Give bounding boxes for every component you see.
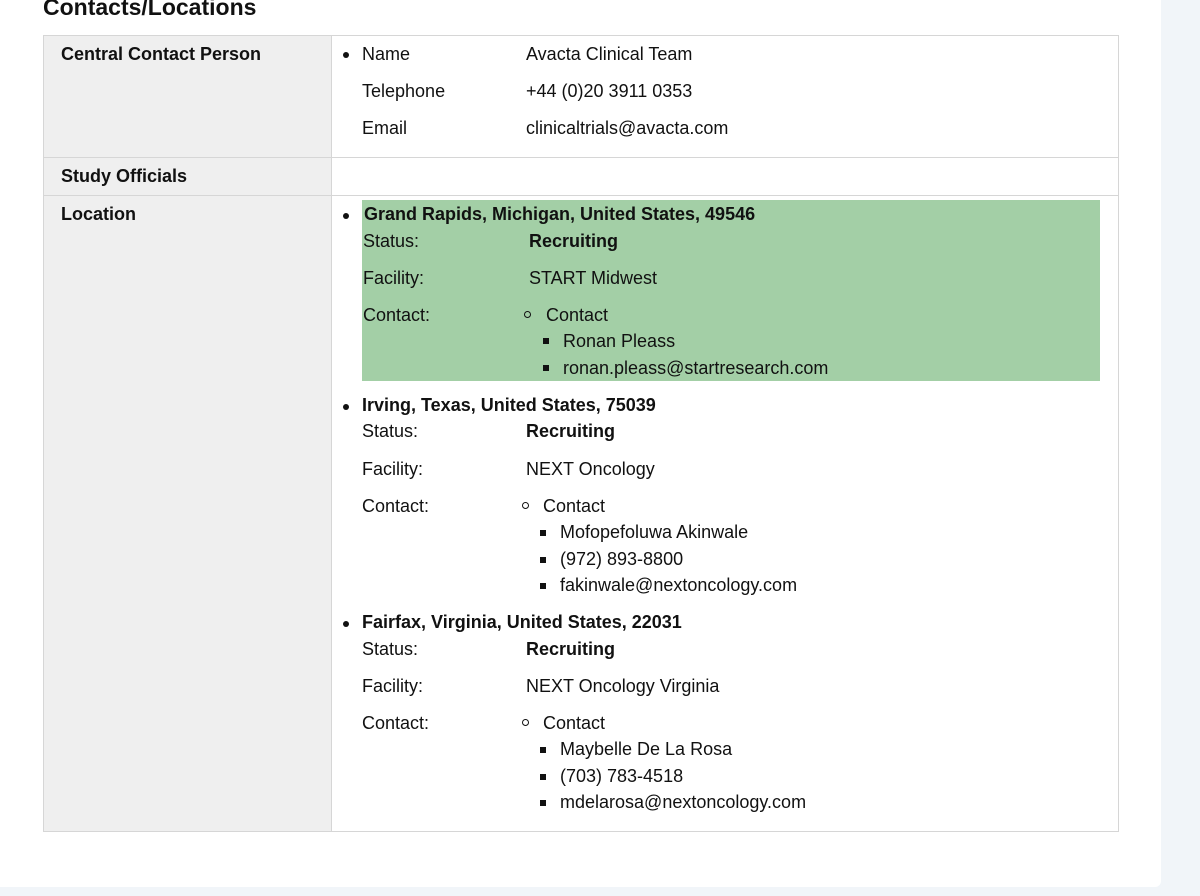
square-bullet-icon <box>540 774 546 780</box>
circle-bullet-icon <box>524 311 531 318</box>
central-telephone-value: +44 (0)20 3911 0353 <box>526 81 693 101</box>
study-officials-label: Study Officials <box>43 157 332 196</box>
content-card: Contacts/Locations Central Contact Perso… <box>0 0 1161 887</box>
site-1-contact-name: Ronan Pleass <box>563 331 676 351</box>
study-officials-row: Study Officials <box>43 157 1119 196</box>
site-3-facility-value: NEXT Oncology Virginia <box>526 676 720 696</box>
bullet-icon <box>343 52 349 58</box>
central-name-value: Avacta Clinical Team <box>526 44 693 64</box>
site-2-contact-email[interactable]: fakinwale@nextoncology.com <box>560 574 797 596</box>
site-1-contact-key: Contact: <box>363 305 431 325</box>
site-3-contact-name: Maybelle De La Rosa <box>560 739 733 759</box>
site-1-facility-value: START Midwest <box>529 268 658 288</box>
site-2-place: Irving, Texas, United States, 75039 <box>362 395 656 415</box>
square-bullet-icon <box>543 365 549 371</box>
central-contact-label: Central Contact Person <box>43 35 332 158</box>
site-3-place: Fairfax, Virginia, United States, 22031 <box>362 612 682 632</box>
site-3-status-key: Status: <box>362 639 419 659</box>
site-3-contact-key: Contact: <box>362 713 430 733</box>
square-bullet-icon <box>540 800 546 806</box>
contacts-table: Central Contact Person Name Avacta Clini… <box>43 35 1119 832</box>
location-row: Location Grand Rapids, Michigan, United … <box>43 195 1119 832</box>
square-bullet-icon <box>540 583 546 589</box>
highlighted-site-background <box>362 200 1100 381</box>
site-3-facility-key: Facility: <box>362 676 424 696</box>
site-3-contact-phone: (703) 783-4518 <box>560 766 684 786</box>
central-email-value[interactable]: clinicaltrials@avacta.com <box>526 117 728 139</box>
site-3-status-value: Recruiting <box>526 639 616 659</box>
central-name-key: Name <box>362 44 411 64</box>
bullet-icon <box>343 621 349 627</box>
square-bullet-icon <box>540 747 546 753</box>
site-2-contact-key: Contact: <box>362 496 430 516</box>
site-2-status-value: Recruiting <box>526 421 616 441</box>
site-1-status-value: Recruiting <box>529 231 619 251</box>
site-2-facility-key: Facility: <box>362 459 424 479</box>
bullet-icon <box>343 213 349 219</box>
site-3-contact-email[interactable]: mdelarosa@nextoncology.com <box>560 791 806 813</box>
study-officials-value <box>331 157 1119 196</box>
square-bullet-icon <box>543 338 549 344</box>
circle-bullet-icon <box>522 719 529 726</box>
central-contact-value: Name Avacta Clinical Team Telephone +44 … <box>331 35 1119 158</box>
site-3-contact-header: Contact <box>543 713 606 733</box>
section-title: Contacts/Locations <box>43 0 257 20</box>
site-2-contact-name: Mofopefoluwa Akinwale <box>560 522 749 542</box>
central-telephone-key: Telephone <box>362 81 446 101</box>
site-1-facility-key: Facility: <box>363 268 425 288</box>
site-2-facility-value: NEXT Oncology <box>526 459 655 479</box>
site-2-contact-header: Contact <box>543 496 606 516</box>
central-contact-row: Central Contact Person Name Avacta Clini… <box>43 35 1119 158</box>
circle-bullet-icon <box>522 502 529 509</box>
site-2-contact-phone: (972) 893-8800 <box>560 549 684 569</box>
square-bullet-icon <box>540 557 546 563</box>
central-email-key: Email <box>362 118 408 138</box>
site-1-place: Grand Rapids, Michigan, United States, 4… <box>364 204 756 224</box>
site-2-status-key: Status: <box>362 421 419 441</box>
site-1-status-key: Status: <box>363 231 420 251</box>
location-label: Location <box>43 195 332 832</box>
site-1-contact-header: Contact <box>546 305 609 325</box>
site-1-contact-email[interactable]: ronan.pleass@startresearch.com <box>563 357 828 379</box>
bullet-icon <box>343 404 349 410</box>
location-value: Grand Rapids, Michigan, United States, 4… <box>331 195 1119 832</box>
square-bullet-icon <box>540 530 546 536</box>
